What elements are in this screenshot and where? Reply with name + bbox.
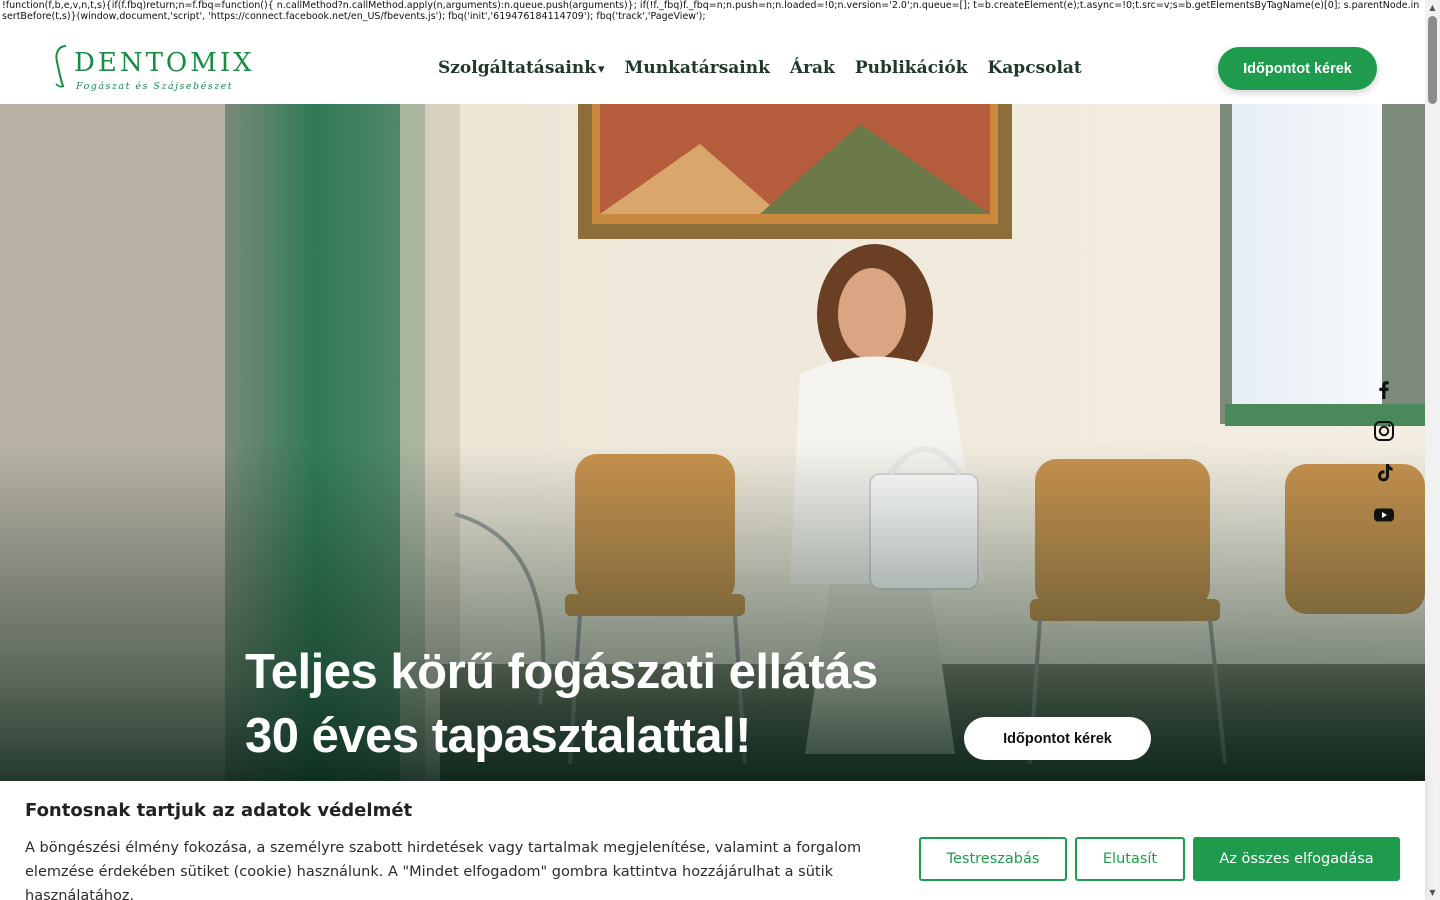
scrollbar-thumb[interactable] bbox=[1428, 16, 1437, 104]
scroll-up-arrow-icon[interactable]: ▲ bbox=[1425, 0, 1440, 15]
hero-title-line-1: Teljes körű fogászati ellátás bbox=[245, 645, 878, 699]
youtube-icon[interactable] bbox=[1372, 503, 1396, 527]
hero-title-line-2: 30 éves tapasztalattal! bbox=[245, 709, 752, 763]
site-header: DENTOMIX Fogászat és Szájsebészet Szolgá… bbox=[0, 22, 1425, 104]
cookie-description: A böngészési élmény fokozása, a személyr… bbox=[25, 840, 862, 900]
instagram-icon[interactable] bbox=[1372, 419, 1396, 443]
hero-title: Teljes körű fogászati ellátás 30 éves ta… bbox=[245, 640, 965, 768]
nav-item-publications[interactable]: Publikációk bbox=[855, 58, 968, 78]
chevron-down-icon: ▾ bbox=[598, 62, 605, 77]
nav-item-label: Szolgáltatásaink bbox=[438, 58, 597, 78]
facebook-icon[interactable] bbox=[1372, 377, 1396, 401]
hero-book-appointment-button[interactable]: Időpontot kérek bbox=[964, 717, 1151, 760]
leaked-script-text: !function(f,b,e,v,n,t,s){if(f.fbq)return… bbox=[2, 0, 1420, 22]
accept-all-cookies-button[interactable]: Az összes elfogadása bbox=[1193, 837, 1400, 881]
cookie-title: Fontosnak tartjuk az adatok védelmét bbox=[25, 800, 413, 821]
nav-item-contact[interactable]: Kapcsolat bbox=[988, 58, 1082, 78]
cookie-consent-banner: Fontosnak tartjuk az adatok védelmét A b… bbox=[0, 781, 1425, 900]
social-links bbox=[1372, 377, 1396, 545]
nav-item-prices[interactable]: Árak bbox=[790, 58, 835, 78]
nav-item-staff[interactable]: Munkatársaink bbox=[625, 58, 770, 78]
nav-item-services[interactable]: Szolgáltatásaink ▾ bbox=[438, 58, 605, 78]
logo-name: DENTOMIX bbox=[74, 48, 255, 78]
customize-cookies-button[interactable]: Testreszabás bbox=[919, 837, 1067, 881]
page-scrollbar[interactable]: ▲ ▼ bbox=[1425, 0, 1440, 900]
scroll-down-arrow-icon[interactable]: ▼ bbox=[1425, 885, 1440, 900]
logo[interactable]: DENTOMIX Fogászat és Szájsebészet bbox=[52, 44, 252, 96]
reject-cookies-button[interactable]: Elutasít bbox=[1075, 837, 1185, 881]
book-appointment-button[interactable]: Időpontot kérek bbox=[1218, 47, 1377, 90]
hero-banner: Teljes körű fogászati ellátás 30 éves ta… bbox=[0, 104, 1425, 784]
logo-tagline: Fogászat és Szájsebészet bbox=[76, 81, 234, 92]
main-nav: Szolgáltatásaink ▾ Munkatársaink Árak Pub… bbox=[438, 58, 1082, 78]
tiktok-icon[interactable] bbox=[1372, 461, 1396, 485]
